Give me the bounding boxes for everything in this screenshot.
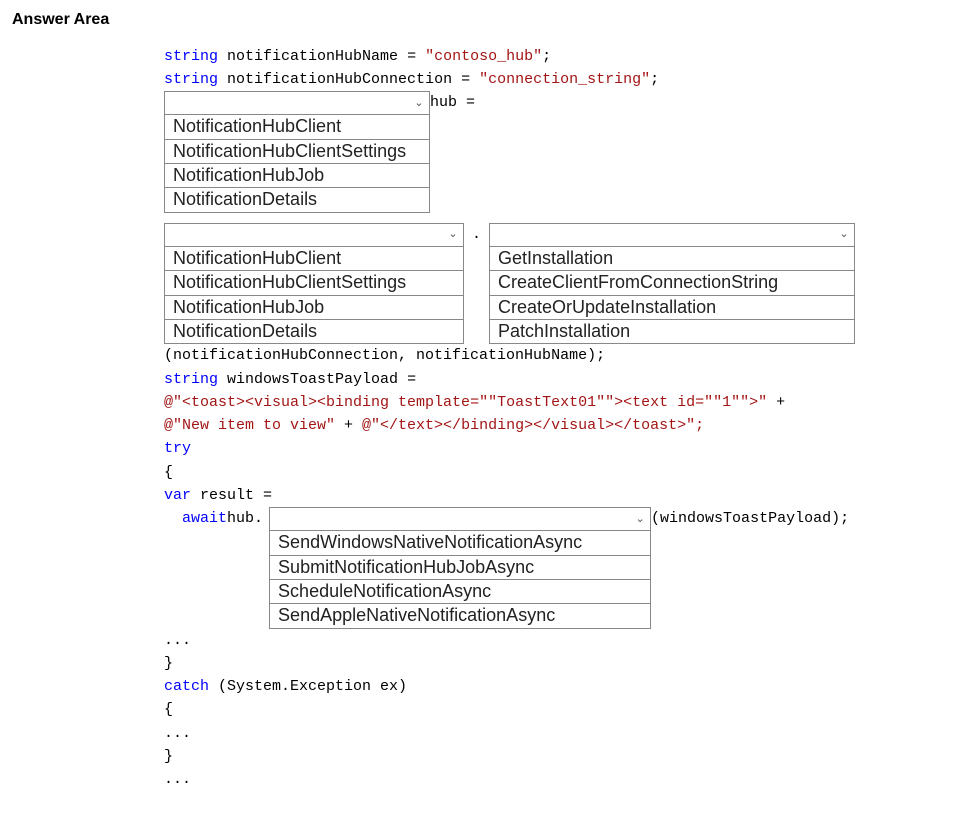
code-text: = — [398, 48, 425, 65]
code-text: result = — [191, 487, 272, 504]
dropdown-option[interactable]: SendAppleNativeNotificationAsync — [270, 603, 650, 627]
code-line: @"<toast><visual><binding template=""Toa… — [164, 391, 946, 414]
code-text: (notificationHubConnection, notification… — [164, 347, 605, 364]
brace: { — [164, 701, 173, 718]
ellipsis: ... — [164, 725, 191, 742]
dropdown-option[interactable]: NotificationHubJob — [165, 295, 463, 319]
keyword-string: string — [164, 48, 218, 65]
keyword-await: await — [182, 507, 227, 530]
code-text: + — [767, 394, 785, 411]
ellipsis: ... — [164, 771, 191, 788]
keyword-string: string — [164, 371, 218, 388]
dot-separator: . — [464, 223, 489, 246]
var-name: windowsToastPayload — [227, 371, 398, 388]
dropdown-option[interactable]: NotificationDetails — [165, 187, 429, 211]
string-literal: <toast><visual><binding template=""Toast… — [182, 394, 767, 411]
code-line: await hub. ⌄ SendWindowsNativeNotificati… — [164, 507, 946, 629]
keyword-catch: catch — [164, 678, 209, 695]
dropdown-option[interactable]: SendWindowsNativeNotificationAsync — [270, 530, 650, 554]
brace: } — [164, 655, 173, 672]
string-literal: @"New item to view" — [164, 417, 335, 434]
brace: } — [164, 748, 173, 765]
code-text — [218, 371, 227, 388]
code-text: ; — [650, 71, 659, 88]
code-text: ; — [542, 48, 551, 65]
dropdown-hub-type[interactable]: ⌄ NotificationHubClient NotificationHubC… — [164, 91, 430, 213]
keyword-var: var — [164, 487, 191, 504]
code-text: = — [398, 371, 416, 388]
code-line: catch (System.Exception ex) — [164, 675, 946, 698]
dropdown-selected[interactable] — [490, 224, 854, 246]
code-text: + — [335, 417, 362, 434]
keyword-string: string — [164, 71, 218, 88]
dropdown-option[interactable]: NotificationHubClientSettings — [165, 139, 429, 163]
dropdown-option[interactable]: ScheduleNotificationAsync — [270, 579, 650, 603]
string-literal: "contoso_hub" — [425, 48, 542, 65]
code-line: @"New item to view" + @"</text></binding… — [164, 414, 946, 437]
dropdown-selected[interactable] — [165, 92, 429, 114]
code-line: ... — [164, 768, 946, 791]
code-line: } — [164, 652, 946, 675]
code-line: string notificationHubName = "contoso_hu… — [164, 45, 946, 68]
code-line: ... — [164, 722, 946, 745]
dropdown-option[interactable]: NotificationHubJob — [165, 163, 429, 187]
code-text: hub = — [430, 91, 475, 114]
string-literal: @"</text></binding></visual></toast>"; — [362, 417, 704, 434]
code-text — [218, 71, 227, 88]
dropdown-option[interactable]: NotificationHubClient — [165, 114, 429, 138]
ellipsis: ... — [164, 632, 191, 649]
dropdown-option[interactable]: PatchInstallation — [490, 319, 854, 343]
dropdown-option[interactable]: GetInstallation — [490, 246, 854, 270]
code-line: } — [164, 745, 946, 768]
brace: { — [164, 464, 173, 481]
keyword-try: try — [164, 440, 191, 457]
dropdown-selected[interactable] — [165, 224, 463, 246]
dropdown-option[interactable]: CreateClientFromConnectionString — [490, 270, 854, 294]
code-block: string notificationHubName = "contoso_hu… — [164, 45, 946, 792]
string-literal: @" — [164, 394, 182, 411]
code-line: { — [164, 461, 946, 484]
dropdown-option[interactable]: CreateOrUpdateInstallation — [490, 295, 854, 319]
var-name: notificationHubName — [227, 48, 398, 65]
code-text: (windowsToastPayload); — [651, 507, 849, 530]
dropdown-option[interactable]: NotificationHubClientSettings — [165, 270, 463, 294]
code-line: var result = — [164, 484, 946, 507]
code-text: hub. — [227, 507, 263, 530]
dropdown-factory-method[interactable]: ⌄ GetInstallation CreateClientFromConnec… — [489, 223, 855, 345]
code-line: { — [164, 698, 946, 721]
dropdown-send-method[interactable]: ⌄ SendWindowsNativeNotificationAsync Sub… — [269, 507, 651, 629]
code-line: ... — [164, 629, 946, 652]
dropdown-option[interactable]: NotificationHubClient — [165, 246, 463, 270]
dropdown-class-name[interactable]: ⌄ NotificationHubClient NotificationHubC… — [164, 223, 464, 345]
code-text — [218, 48, 227, 65]
page-title: Answer Area — [12, 8, 946, 33]
code-line: string windowsToastPayload = — [164, 368, 946, 391]
code-text: = — [452, 71, 479, 88]
dropdown-selected[interactable] — [270, 508, 650, 530]
var-name: notificationHubConnection — [227, 71, 452, 88]
code-line: ⌄ NotificationHubClient NotificationHubC… — [164, 91, 946, 213]
code-line: try — [164, 437, 946, 460]
dropdown-option[interactable]: NotificationDetails — [165, 319, 463, 343]
dropdown-option[interactable]: SubmitNotificationHubJobAsync — [270, 555, 650, 579]
code-line: ⌄ NotificationHubClient NotificationHubC… — [164, 223, 946, 345]
code-text: (System.Exception ex) — [209, 678, 407, 695]
code-line: (notificationHubConnection, notification… — [164, 344, 946, 367]
string-literal: "connection_string" — [479, 71, 650, 88]
code-line: string notificationHubConnection = "conn… — [164, 68, 946, 91]
